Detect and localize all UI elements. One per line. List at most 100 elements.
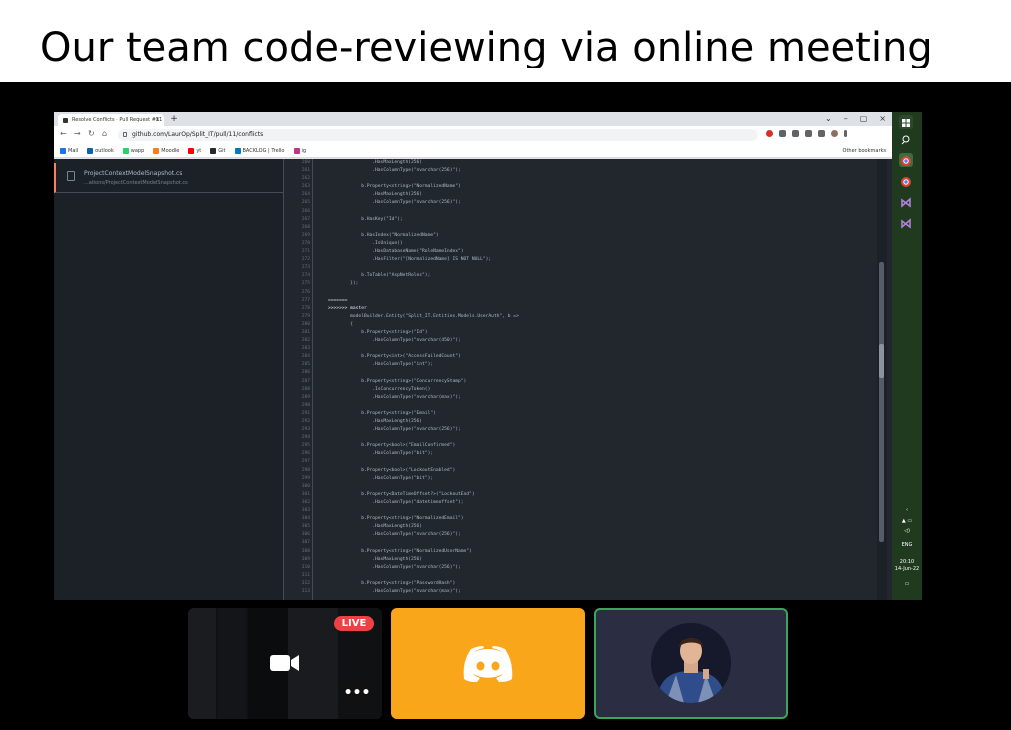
bookmark-item[interactable]: wapp xyxy=(122,147,144,154)
code-line: 267 b.HasKey("Id"); xyxy=(284,216,892,224)
code-text: b.ToTable("AspNetRoles"); xyxy=(328,273,431,279)
slide-title: Our team code-reviewing via online meeti… xyxy=(40,25,933,68)
back-icon[interactable]: ← xyxy=(60,129,67,138)
bookmark-label: Moodle xyxy=(161,147,180,154)
bookmark-item[interactable]: Git xyxy=(210,147,226,154)
code-text: b.Property<string>("Id") xyxy=(328,329,428,335)
code-line: 273 xyxy=(284,264,892,272)
code-text: .HasColumnType("int"); xyxy=(328,362,434,368)
bookmark-item[interactable]: BACKLOG | Trello xyxy=(234,147,285,154)
code-text: .IsConcurrencyToken() xyxy=(328,386,431,392)
bookmark-item[interactable]: Moodle xyxy=(153,147,180,154)
extension-icon[interactable] xyxy=(792,130,799,137)
volume-icon[interactable]: ◁) xyxy=(894,528,920,535)
code-line: 305 .HasMaxLength(256) xyxy=(284,523,892,531)
code-text: .HasFilter("[NormalizedName] IS NOT NULL… xyxy=(328,257,492,263)
new-tab-button[interactable]: + xyxy=(168,114,180,125)
scrollbar-thumb[interactable] xyxy=(879,344,884,378)
code-text: .HasColumnType("nvarchar(450)"); xyxy=(328,338,461,344)
language-indicator[interactable]: ENG xyxy=(894,542,920,549)
extension-icons xyxy=(766,130,847,137)
code-line: 309 .HasMaxLength(256) xyxy=(284,556,892,564)
bookmark-icon xyxy=(153,147,160,154)
line-number: 294 xyxy=(301,435,310,441)
more-options-button[interactable]: ••• xyxy=(342,680,372,710)
conflict-file-item[interactable]: ProjectContextModelSnapshot.cs ...ations… xyxy=(54,163,284,193)
network-icon[interactable]: ▲ ▭ xyxy=(894,518,920,525)
line-number: 287 xyxy=(301,378,310,384)
code-text: }); xyxy=(328,281,359,287)
line-number: 301 xyxy=(301,491,310,497)
bookmark-item[interactable]: yt xyxy=(188,147,201,154)
chrome-icon[interactable] xyxy=(899,153,913,167)
bookmark-label: ig xyxy=(301,147,307,154)
code-line: 264 .HasMaxLength(256) xyxy=(284,191,892,199)
bookmark-label: Git xyxy=(218,147,226,154)
screen-share[interactable]: Resolve Conflicts · Pull Request #11 × +… xyxy=(54,112,922,600)
bookmark-label: Mail xyxy=(68,147,79,154)
code-text: .HasMaxLength(256) xyxy=(328,524,423,530)
bookmarks-bar: Mail outlook wapp Moodle yt Git BACKLOG | Trel… xyxy=(54,144,892,158)
code-line: 290 xyxy=(284,402,892,410)
search-icon[interactable] xyxy=(899,132,913,146)
bookmark-item[interactable]: Mail xyxy=(60,147,79,154)
line-number: 292 xyxy=(301,419,310,424)
line-number: 266 xyxy=(301,208,310,214)
address-bar[interactable]: github.com/LaurOp/Split_IT/pull/11/confl… xyxy=(118,129,758,141)
participant-stream-tile[interactable]: LIVE ••• xyxy=(188,608,382,719)
extension-icon[interactable] xyxy=(766,130,773,137)
code-line: 288 .IsConcurrencyToken() xyxy=(284,386,892,394)
code-text: .HasColumnType("nvarchar(256)"); xyxy=(328,564,461,570)
code-text: { xyxy=(328,321,353,327)
puzzle-icon[interactable] xyxy=(805,130,812,137)
code-text: .HasMaxLength(256) xyxy=(328,556,423,562)
code-text: b.Property<string>("NormalizedEmail") xyxy=(328,516,464,522)
forward-icon[interactable]: → xyxy=(74,129,81,138)
code-text: >>>>>>> master xyxy=(328,305,367,311)
chrome-profile-icon[interactable] xyxy=(899,174,913,188)
code-text: .IsUnique() xyxy=(328,240,403,246)
extension-icon[interactable] xyxy=(779,130,786,137)
sidebar-icon[interactable] xyxy=(818,130,825,137)
line-number: 311 xyxy=(301,572,310,578)
participant-avatar-tile[interactable] xyxy=(594,608,788,719)
editor-scrollbar[interactable] xyxy=(877,159,887,600)
code-line: 311 xyxy=(284,572,892,580)
line-number: 289 xyxy=(301,394,310,400)
bookmark-label: outlook xyxy=(95,147,114,154)
visual-studio-icon[interactable] xyxy=(899,195,913,209)
code-line: 277 ======= xyxy=(284,297,892,305)
chevron-up-icon[interactable]: ‹ xyxy=(894,507,920,514)
home-icon[interactable]: ⌂ xyxy=(102,129,107,138)
code-line: 265 .HasColumnType("nvarchar(256)"); xyxy=(284,199,892,207)
participant-discord-tile[interactable] xyxy=(391,608,585,719)
line-number: 273 xyxy=(301,265,310,271)
bookmark-icon xyxy=(60,147,66,154)
clock-date: 14-Jun-22 xyxy=(894,566,920,572)
minimize-button[interactable]: – xyxy=(844,112,848,125)
visual-studio-icon[interactable] xyxy=(899,216,913,230)
conflict-editor: ProjectContextModelSnapshot.cs ...ations… xyxy=(54,159,892,600)
code-line: 297 xyxy=(284,458,892,466)
camera-icon xyxy=(270,655,299,671)
code-area[interactable]: 260 .HasMaxLength(256) 261 .HasColumnType… xyxy=(284,159,892,600)
close-button[interactable]: × xyxy=(879,112,886,125)
maximize-button[interactable]: ▢ xyxy=(860,112,868,125)
bookmark-item[interactable]: outlook xyxy=(87,147,114,154)
code-text: b.Property<int>("AccessFailedCount") xyxy=(328,354,461,360)
other-bookmarks[interactable]: Other bookmarks xyxy=(843,144,886,158)
line-number: 281 xyxy=(301,329,310,335)
browser-titlebar: Resolve Conflicts · Pull Request #11 × +… xyxy=(54,112,892,160)
reload-icon[interactable]: ↻ xyxy=(88,129,95,138)
code-line: 308 b.Property<string>("NormalizedUserNa… xyxy=(284,548,892,556)
bookmark-item[interactable]: ig xyxy=(293,147,307,154)
windows-start-icon[interactable] xyxy=(899,115,913,129)
tab-close-icon[interactable]: × xyxy=(155,114,160,126)
notification-icon[interactable]: ▭ xyxy=(894,581,920,588)
code-line: 275 }); xyxy=(284,280,892,288)
tab-search-icon[interactable]: ⌄ xyxy=(825,112,832,125)
menu-icon[interactable] xyxy=(844,130,847,137)
bookmark-icon xyxy=(234,147,241,154)
profile-avatar-icon[interactable] xyxy=(831,130,838,137)
browser-tab[interactable]: Resolve Conflicts · Pull Request #11 × xyxy=(58,114,164,126)
